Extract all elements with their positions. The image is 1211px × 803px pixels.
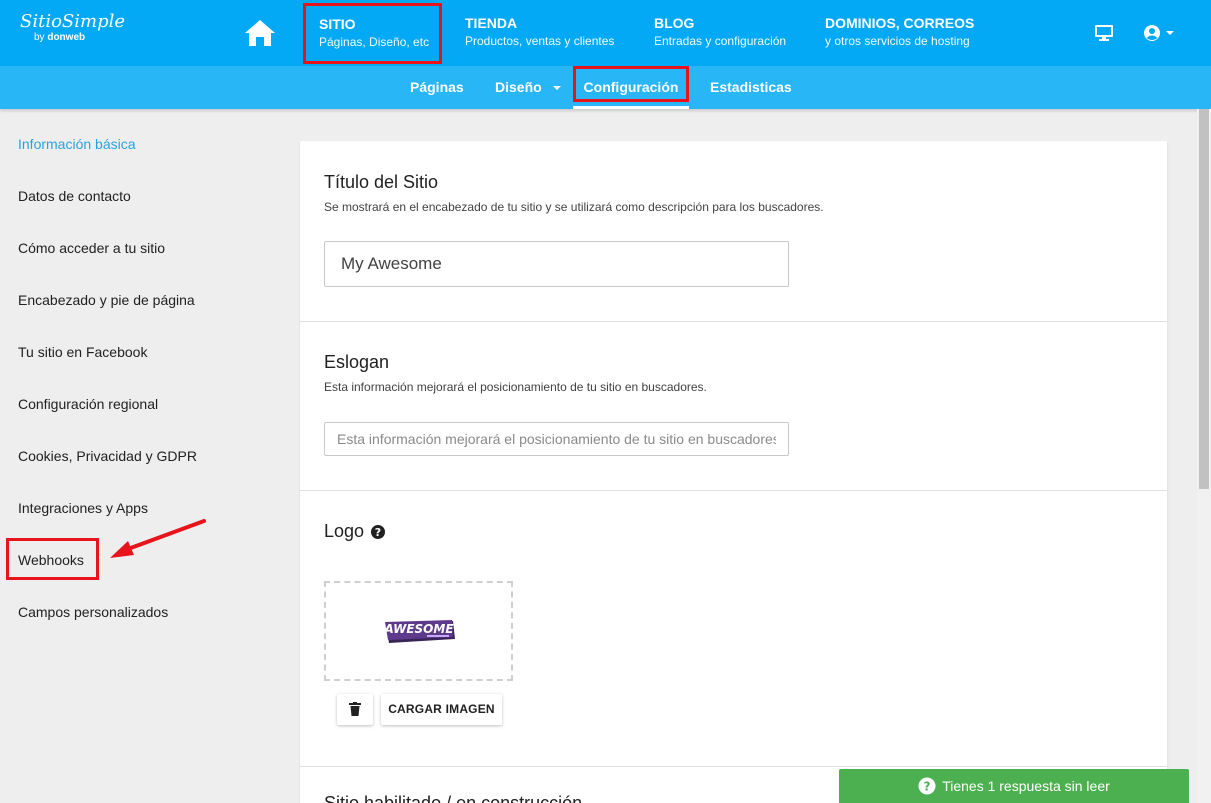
nav-sitio-subtitle: Páginas, Diseño, etc bbox=[319, 35, 430, 49]
nav-blog-title: BLOG bbox=[654, 15, 695, 31]
tab-estadisticas[interactable]: Estadisticas bbox=[710, 77, 792, 97]
unread-reply-toast[interactable]: ? Tienes 1 respuesta sin leer bbox=[839, 769, 1189, 803]
delete-logo-button[interactable] bbox=[337, 694, 373, 725]
monitor-icon[interactable] bbox=[1094, 24, 1114, 42]
user-circle-icon bbox=[1144, 25, 1174, 41]
nav-sitio[interactable]: SITIO Páginas, Diseño, etc bbox=[303, 3, 442, 64]
home-icon[interactable] bbox=[242, 16, 278, 50]
nav-tienda-title: TIENDA bbox=[465, 15, 518, 31]
nav-dominios-subtitle: y otros servicios de hosting bbox=[825, 34, 970, 48]
settings-card: Título del Sitio Se mostrará en el encab… bbox=[300, 141, 1167, 803]
brand-by: by donweb bbox=[34, 32, 86, 43]
upload-image-button[interactable]: CARGAR IMAGEN bbox=[381, 694, 502, 725]
sidebar-item-cookies-gdpr[interactable]: Cookies, Privacidad y GDPR bbox=[18, 447, 197, 465]
webhooks-highlight-box bbox=[6, 538, 99, 580]
logo-label-row: Logo? bbox=[324, 520, 386, 542]
active-tab-indicator bbox=[573, 106, 689, 109]
sidebar-item-encabezado-pie[interactable]: Encabezado y pie de página bbox=[18, 291, 195, 309]
top-navbar: SitioSimple by donweb SITIO Páginas, Dis… bbox=[0, 0, 1211, 66]
slogan-input[interactable] bbox=[324, 422, 789, 456]
nav-tienda[interactable]: TIENDA Productos, ventas y clientes bbox=[465, 14, 614, 50]
nav-blog[interactable]: BLOG Entradas y configuración bbox=[654, 14, 786, 50]
site-title-description: Se mostrará en el encabezado de tu sitio… bbox=[324, 200, 824, 214]
sidebar-item-facebook[interactable]: Tu sitio en Facebook bbox=[18, 343, 147, 361]
toast-text: Tienes 1 respuesta sin leer bbox=[942, 778, 1110, 794]
svg-text:?: ? bbox=[924, 780, 931, 794]
slogan-description: Esta información mejorará el posicionami… bbox=[324, 380, 707, 394]
nav-dominios[interactable]: DOMINIOS, CORREOS y otros servicios de h… bbox=[825, 14, 974, 50]
caret-down-icon bbox=[552, 86, 561, 91]
help-icon[interactable]: ? bbox=[370, 524, 386, 540]
trash-icon bbox=[349, 702, 361, 716]
section-slogan: Eslogan Esta información mejorará el pos… bbox=[300, 322, 1167, 491]
nav-blog-subtitle: Entradas y configuración bbox=[654, 34, 787, 48]
logo-label: Logo bbox=[324, 521, 365, 541]
logo-preview[interactable]: AWESOME bbox=[324, 581, 513, 681]
tab-diseno[interactable]: Diseño bbox=[495, 77, 562, 97]
brand-logo[interactable]: SitioSimple by donweb bbox=[20, 12, 125, 44]
svg-text:AWESOME: AWESOME bbox=[383, 622, 454, 636]
tab-diseno-label: Diseño bbox=[495, 79, 542, 95]
annotation-arrow bbox=[110, 519, 206, 558]
nav-sitio-title: SITIO bbox=[319, 16, 356, 32]
sidebar-item-configuracion-regional[interactable]: Configuración regional bbox=[18, 395, 158, 413]
question-circle-icon: ? bbox=[918, 777, 936, 795]
section-site-title: Título del Sitio Se mostrará en el encab… bbox=[300, 141, 1167, 322]
sidebar-item-datos-contacto[interactable]: Datos de contacto bbox=[18, 187, 131, 205]
tab-configuracion[interactable]: Configuración bbox=[573, 66, 689, 102]
site-title-input[interactable] bbox=[324, 241, 789, 287]
next-section-title: Sitio habilitado / en construcción bbox=[324, 793, 583, 803]
sub-navbar: Páginas Diseño Configuración Estadistica… bbox=[0, 66, 1211, 109]
sidebar-item-informacion-basica[interactable]: Información básica bbox=[18, 135, 136, 153]
tab-paginas[interactable]: Páginas bbox=[410, 77, 464, 97]
slogan-label: Eslogan bbox=[324, 352, 390, 372]
brand-name: SitioSimple bbox=[20, 11, 126, 32]
user-menu[interactable] bbox=[1143, 24, 1177, 42]
sidebar-item-campos-personalizados[interactable]: Campos personalizados bbox=[18, 603, 168, 621]
scrollbar-thumb[interactable] bbox=[1199, 109, 1209, 489]
awesome-logo-image: AWESOME bbox=[383, 620, 455, 643]
site-title-label: Título del Sitio bbox=[324, 172, 439, 192]
nav-tienda-subtitle: Productos, ventas y clientes bbox=[465, 34, 615, 48]
sidebar-item-como-acceder[interactable]: Cómo acceder a tu sitio bbox=[18, 239, 165, 257]
settings-sidebar: Información básica Datos de contacto Cóm… bbox=[0, 109, 270, 803]
nav-dominios-title: DOMINIOS, CORREOS bbox=[825, 15, 975, 31]
svg-text:?: ? bbox=[375, 526, 381, 539]
